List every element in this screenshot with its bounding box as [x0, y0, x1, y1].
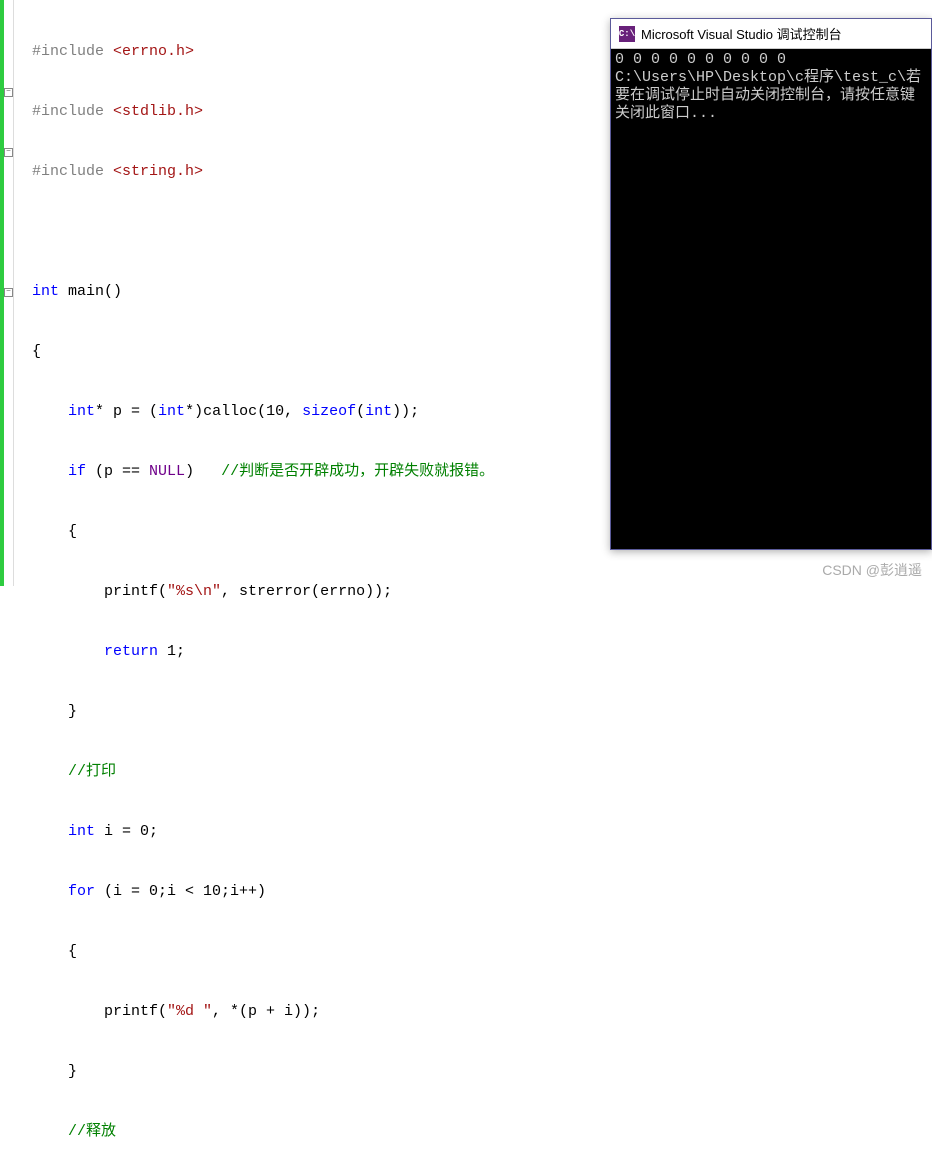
watermark: CSDN @彭逍遥	[822, 560, 922, 580]
code-comment: //打印	[68, 762, 116, 782]
fold-icon-main[interactable]: −	[4, 88, 13, 97]
code-token: for	[68, 882, 95, 902]
fold-gutter: − − −	[0, 0, 14, 586]
vs-icon: C:\	[619, 26, 635, 42]
code-token: #include	[32, 42, 104, 62]
console-line: 0 0 0 0 0 0 0 0 0 0	[615, 51, 786, 68]
code-token: return	[104, 642, 158, 662]
code-token: int	[68, 402, 95, 422]
code-token: <stdlib.h>	[113, 102, 203, 122]
console-titlebar[interactable]: C:\ Microsoft Visual Studio 调试控制台	[611, 19, 931, 49]
console-line: C:\Users\HP\Desktop\c程序\test_c\	[615, 69, 906, 86]
code-editor[interactable]: − − − #include <errno.h> #include <stdli…	[0, 0, 610, 586]
code-token: <errno.h>	[113, 42, 194, 62]
fold-icon-if[interactable]: −	[4, 148, 13, 157]
code-comment: //释放	[68, 1122, 116, 1142]
code-token: }	[32, 702, 77, 722]
code-area[interactable]: #include <errno.h> #include <stdlib.h> #…	[14, 0, 610, 586]
code-token: #include	[32, 102, 104, 122]
code-token: }	[32, 1062, 77, 1082]
code-token: "%d "	[167, 1002, 212, 1022]
code-token: {	[32, 942, 77, 962]
code-token: main()	[59, 282, 122, 302]
code-token: "%s\n"	[167, 582, 221, 602]
code-token: <string.h>	[113, 162, 203, 182]
code-token: int	[32, 282, 59, 302]
console-title: Microsoft Visual Studio 调试控制台	[641, 24, 842, 43]
fold-icon-for[interactable]: −	[4, 288, 13, 297]
code-token: {	[32, 522, 77, 542]
code-comment: //判断是否开辟成功，开辟失败就报错。	[221, 462, 494, 482]
code-token: #include	[32, 162, 104, 182]
console-output[interactable]: 0 0 0 0 0 0 0 0 0 0 C:\Users\HP\Desktop\…	[611, 49, 931, 549]
debug-console-window[interactable]: C:\ Microsoft Visual Studio 调试控制台 0 0 0 …	[610, 18, 932, 550]
code-token: int	[68, 822, 95, 842]
code-token: if	[68, 462, 86, 482]
code-token: {	[32, 342, 41, 362]
